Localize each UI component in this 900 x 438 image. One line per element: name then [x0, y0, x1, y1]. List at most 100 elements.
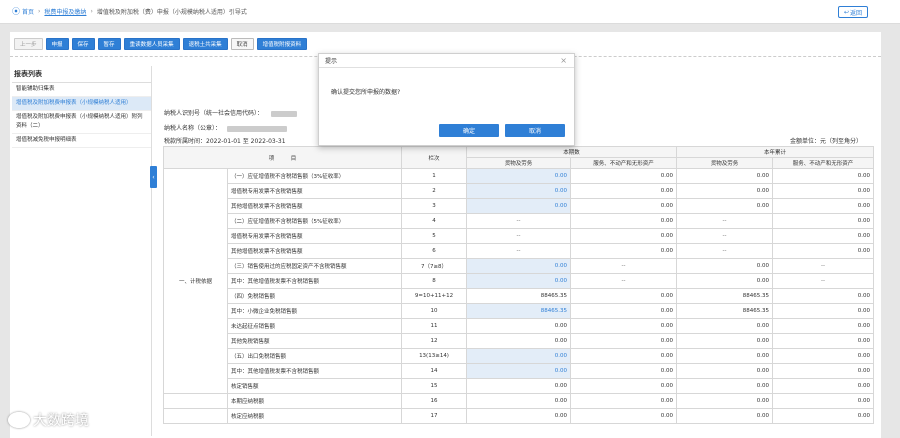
- value-cell: 0.00: [676, 318, 774, 334]
- value-cell: 0.00: [772, 333, 875, 349]
- close-icon[interactable]: ×: [560, 56, 567, 65]
- value-cell: --: [676, 228, 774, 244]
- row-name: （四）免税销售额: [226, 288, 403, 304]
- value-cell: 88465.35: [676, 303, 774, 319]
- value-cell: 0.00: [772, 363, 875, 379]
- row-name: （二）应征增值税不含税销售额（5%征收率）: [226, 213, 403, 229]
- row-col-number: 16: [401, 393, 468, 409]
- value-cell: 0.00: [466, 378, 572, 394]
- toolbar-button-0[interactable]: 上一步: [14, 38, 43, 50]
- value-cell[interactable]: 88465.35: [466, 303, 572, 319]
- dialog-message: 确认提交您所申报的数据?: [331, 89, 401, 96]
- sidebar-item-exemption[interactable]: 增值税减免税申报明细表: [12, 134, 151, 148]
- table-row: 其他增值税发票不含税销售额 6 -- 0.00 -- 0.00: [164, 243, 875, 259]
- value-cell: --: [466, 213, 572, 229]
- toolbar-button-1[interactable]: 申报: [45, 38, 69, 50]
- taxpayer-id-label: 纳税人识别号（统一社会信用代码）：: [164, 110, 264, 117]
- row-col-number: 11: [401, 318, 468, 334]
- value-cell: 0.00: [466, 333, 572, 349]
- header-goods: 货物及劳务: [676, 157, 774, 169]
- value-cell: 0.00: [466, 408, 572, 424]
- row-col-number: 8: [401, 273, 468, 289]
- value-cell: 0.00: [570, 168, 678, 184]
- category-cell-blank: [163, 408, 228, 424]
- watermark-logo-icon: [8, 412, 30, 428]
- value-cell[interactable]: 0.00: [466, 348, 572, 364]
- sidebar-title: 报表列表: [12, 66, 151, 83]
- breadcrumb-section[interactable]: 税费申报及缴纳: [44, 7, 86, 16]
- value-cell: --: [772, 273, 875, 289]
- value-cell: 0.00: [676, 168, 774, 184]
- back-button-label: 返回: [850, 9, 863, 17]
- value-cell: --: [676, 243, 774, 259]
- toolbar-button-5[interactable]: 退税土共采集: [182, 38, 228, 50]
- value-cell: 0.00: [772, 348, 875, 364]
- value-cell: 0.00: [570, 348, 678, 364]
- value-cell: 0.00: [676, 408, 774, 424]
- value-cell: 0.00: [772, 183, 875, 199]
- row-col-number: 7（7≥8）: [401, 258, 468, 274]
- row-name: 核定销售额: [226, 378, 403, 394]
- value-cell: 0.00: [570, 318, 678, 334]
- value-cell: 0.00: [772, 378, 875, 394]
- value-cell[interactable]: 0.00: [466, 183, 572, 199]
- row-name: 本期应纳税额: [226, 393, 403, 409]
- value-cell[interactable]: 0.00: [466, 258, 572, 274]
- value-cell: 0.00: [466, 318, 572, 334]
- toolbar-button-7[interactable]: 增值税附报资料: [256, 38, 308, 50]
- value-cell: 0.00: [570, 378, 678, 394]
- value-cell: --: [772, 258, 875, 274]
- breadcrumb-home[interactable]: 首页: [22, 7, 34, 16]
- sidebar-item-attachment-2[interactable]: 增值税及附加税费申报表（小规模纳税人适用）附列资料（二）: [12, 111, 151, 134]
- table-row: 本期应纳税额 16 0.00 0.00 0.00 0.00: [163, 393, 875, 409]
- header-col: 栏次: [401, 146, 468, 169]
- redacted-value: [226, 125, 287, 132]
- value-cell: 0.00: [570, 393, 678, 409]
- cancel-button[interactable]: 取消: [505, 124, 565, 137]
- confirm-dialog: 提示 × 确认提交您所申报的数据? 确定 取消: [318, 53, 575, 146]
- value-cell: 0.00: [676, 198, 774, 214]
- breadcrumb-separator-icon: ›: [90, 8, 93, 15]
- toolbar-button-4[interactable]: 重读数据人员采集: [123, 38, 180, 50]
- table-row: 一、计税依据 （一）应征增值税不含税销售额（3%征收率） 1 0.00 0.00 0.00…: [163, 168, 875, 394]
- value-cell[interactable]: 0.00: [466, 363, 572, 379]
- row-name: 其中：小微企业免税销售额: [226, 303, 403, 319]
- confirm-button[interactable]: 确定: [439, 124, 499, 137]
- back-button[interactable]: ↩ 返回: [838, 6, 868, 18]
- value-cell: 0.00: [676, 378, 774, 394]
- sidebar-item-main-return[interactable]: 增值税及附加税费申报表（小规模纳税人适用）: [12, 97, 151, 111]
- watermark: 大数跨境: [8, 410, 89, 430]
- row-col-number: 12: [401, 333, 468, 349]
- value-cell: 88465.35: [466, 288, 572, 304]
- table-row: 其中：其他增值税发票不含税销售额 8 0.00 -- 0.00 --: [164, 273, 875, 289]
- row-col-number: 1: [401, 168, 468, 184]
- taxpayer-name-row: 纳税人名称（公章）：: [164, 123, 287, 132]
- row-col-number: 2: [401, 183, 468, 199]
- toolbar: 上一步 申报 保存 暂存 重读数据人员采集 退税土共采集 取消 增值税附报资料: [14, 38, 308, 50]
- value-cell: --: [466, 243, 572, 259]
- value-cell: 0.00: [570, 243, 678, 259]
- table-row: 其他增值税发票不含税销售额 3 0.00 0.00 0.00 0.00: [164, 198, 875, 214]
- back-arrow-icon: ↩: [843, 8, 849, 16]
- toolbar-button-2[interactable]: 保存: [71, 38, 95, 50]
- header-services: 服务、不动产和无形资产: [772, 157, 875, 169]
- value-cell: 0.00: [570, 288, 678, 304]
- value-cell[interactable]: 0.00: [466, 168, 572, 184]
- value-cell: 0.00: [570, 363, 678, 379]
- redacted-value: [270, 110, 297, 117]
- value-cell: 0.00: [570, 228, 678, 244]
- taxpayer-name-label: 纳税人名称（公章）：: [164, 125, 222, 132]
- toolbar-button-6[interactable]: 取消: [230, 38, 254, 50]
- toolbar-button-3[interactable]: 暂存: [97, 38, 121, 50]
- breadcrumb-separator-icon: ›: [38, 8, 41, 15]
- row-col-number: 10: [401, 303, 468, 319]
- header-ytd: 本年累计: [676, 146, 875, 158]
- sidebar-item-assist[interactable]: 智能辅助归集表: [12, 83, 151, 97]
- value-cell: 0.00: [772, 228, 875, 244]
- value-cell: --: [676, 213, 774, 229]
- table-row: 增值税专用发票不含税销售额 2 0.00 0.00 0.00 0.00: [164, 183, 875, 199]
- sidebar-collapse-toggle[interactable]: ‹: [150, 166, 157, 188]
- dialog-title: 提示: [319, 54, 574, 68]
- value-cell[interactable]: 0.00: [466, 273, 572, 289]
- value-cell[interactable]: 0.00: [466, 198, 572, 214]
